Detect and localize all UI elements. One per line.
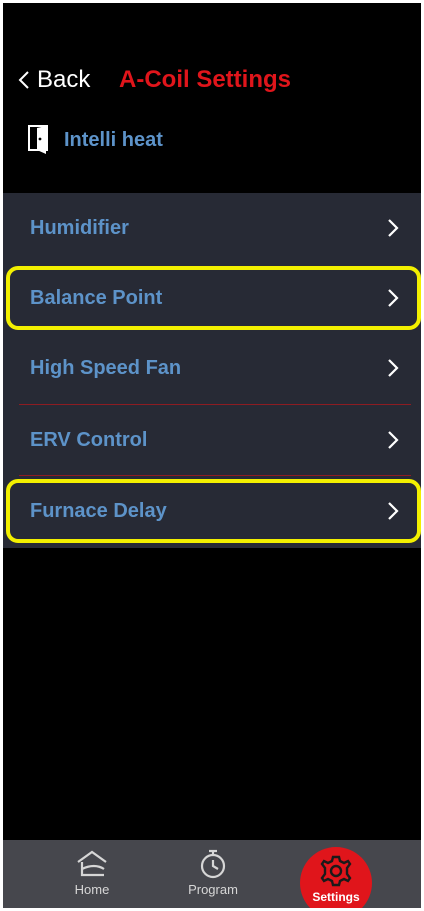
nav-home[interactable]: Home bbox=[47, 840, 137, 908]
nav-home-label: Home bbox=[74, 882, 110, 897]
chevron-right-icon bbox=[388, 431, 399, 449]
bottom-nav: Home Program Settings bbox=[3, 840, 421, 908]
chevron-right-icon bbox=[388, 502, 399, 520]
chevron-left-icon bbox=[18, 71, 29, 89]
settings-item-label: High Speed Fan bbox=[30, 356, 182, 379]
back-label: Back bbox=[37, 66, 91, 93]
settings-item-high-speed-fan[interactable]: High Speed Fan bbox=[3, 333, 421, 403]
app-screen: Back A-Coil Settings Intelli heat Humidi… bbox=[3, 3, 421, 908]
settings-item-humidifier[interactable]: Humidifier bbox=[3, 193, 421, 263]
device-name: Intelli heat bbox=[64, 128, 163, 151]
settings-item-erv-control[interactable]: ERV Control bbox=[3, 405, 421, 475]
settings-item-label: Furnace Delay bbox=[30, 499, 167, 522]
timer-icon bbox=[200, 849, 226, 879]
door-icon bbox=[28, 125, 48, 154]
settings-item-furnace-delay[interactable]: Furnace Delay bbox=[3, 476, 421, 546]
device-header: Intelli heat bbox=[28, 123, 163, 157]
back-button[interactable]: Back bbox=[17, 63, 90, 97]
home-icon bbox=[77, 850, 107, 877]
gear-icon bbox=[320, 855, 352, 887]
chevron-right-icon bbox=[388, 219, 399, 237]
settings-item-label: Balance Point bbox=[30, 286, 163, 309]
nav-settings-label: Settings bbox=[312, 890, 360, 904]
nav-program-label: Program bbox=[188, 882, 238, 897]
settings-item-balance-point[interactable]: Balance Point bbox=[3, 263, 421, 333]
chevron-right-icon bbox=[388, 289, 399, 307]
page-title: A-Coil Settings bbox=[119, 66, 291, 93]
nav-program[interactable]: Program bbox=[168, 840, 258, 908]
chevron-right-icon bbox=[388, 359, 399, 377]
nav-settings[interactable]: Settings bbox=[300, 847, 372, 908]
settings-list: Humidifier Balance Point High Speed Fan … bbox=[3, 193, 421, 548]
settings-item-label: ERV Control bbox=[30, 428, 148, 451]
settings-item-label: Humidifier bbox=[30, 216, 129, 239]
